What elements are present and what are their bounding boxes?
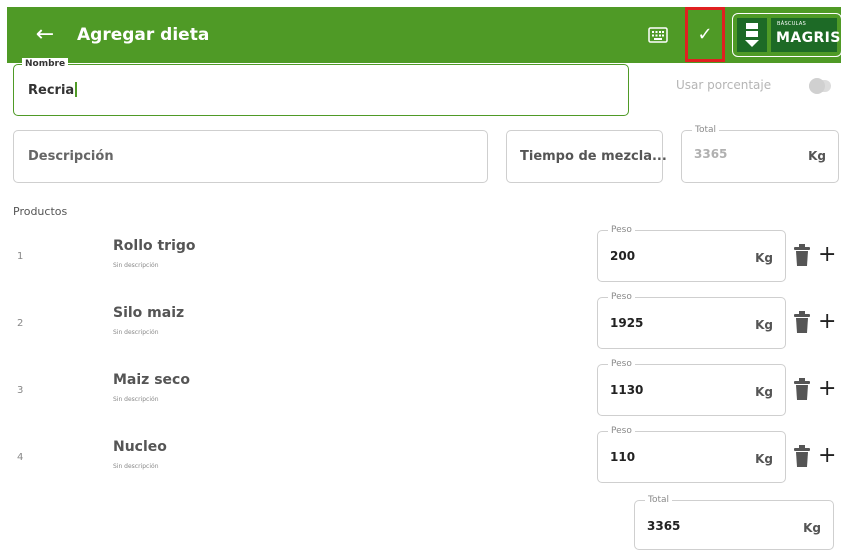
toggle-knob <box>809 78 825 94</box>
peso-value[interactable]: 1925 <box>610 316 643 330</box>
plus-icon[interactable]: + <box>818 378 836 400</box>
peso-value[interactable]: 1130 <box>610 383 643 397</box>
page-title: Agregar dieta <box>77 25 210 45</box>
peso-unit: Kg <box>755 385 773 399</box>
product-number: 1 <box>17 251 24 262</box>
nombre-label: Nombre <box>22 58 69 70</box>
total-value: 3365 <box>694 147 728 161</box>
footer-total-field: Total 3365 Kg <box>634 494 834 550</box>
productos-heading: Productos <box>13 205 68 218</box>
footer-total-label: Total <box>645 494 673 506</box>
product-number: 4 <box>17 452 24 463</box>
peso-label: Peso <box>608 358 635 370</box>
nombre-input[interactable]: Recria <box>28 82 77 98</box>
logo-brand: BÁSCULAS MAGRIS <box>771 18 840 52</box>
plus-icon[interactable]: + <box>818 445 836 467</box>
magris-logo: BÁSCULAS MAGRIS <box>732 13 841 57</box>
product-row: 3 Maiz seco Sin descripción Peso 1130 Kg… <box>0 358 841 422</box>
total-field: Total 3365 Kg <box>681 124 839 183</box>
confirm-button[interactable]: ✓ <box>685 7 725 62</box>
peso-field[interactable]: Peso 1925 Kg <box>597 291 786 349</box>
total-unit: Kg <box>808 149 826 163</box>
descripcion-field[interactable]: Descripción <box>13 130 488 183</box>
peso-unit: Kg <box>755 251 773 265</box>
plus-icon[interactable]: + <box>818 244 836 266</box>
arrow-left-icon[interactable]: ← <box>31 18 59 52</box>
keyboard-icon[interactable] <box>647 24 669 46</box>
trash-icon[interactable] <box>793 311 811 333</box>
plus-icon[interactable]: + <box>818 311 836 333</box>
peso-label: Peso <box>608 224 635 236</box>
product-name: Silo maiz <box>113 305 185 321</box>
peso-value[interactable]: 110 <box>610 450 635 464</box>
trash-icon[interactable] <box>793 244 811 266</box>
logo-mark <box>737 18 767 52</box>
text-cursor <box>75 82 77 97</box>
peso-label: Peso <box>608 291 635 303</box>
usar-porcentaje-toggle[interactable] <box>809 78 831 94</box>
product-number: 2 <box>17 318 24 329</box>
product-row: 4 Nucleo Sin descripción Peso 110 Kg + <box>0 425 841 489</box>
product-name: Nucleo <box>113 439 167 455</box>
tiempo-mezcla-field[interactable]: Tiempo de mezcla... <box>506 130 667 183</box>
product-name: Rollo trigo <box>113 238 196 254</box>
product-description: Sin descripción <box>113 262 159 269</box>
peso-label: Peso <box>608 425 635 437</box>
product-row: 2 Silo maiz Sin descripción Peso 1925 Kg… <box>0 291 841 355</box>
product-description: Sin descripción <box>113 329 159 336</box>
product-name: Maiz seco <box>113 372 190 388</box>
trash-icon[interactable] <box>793 378 811 400</box>
nombre-field[interactable]: Nombre Recria <box>13 58 629 116</box>
product-description: Sin descripción <box>113 463 159 470</box>
check-icon: ✓ <box>697 24 713 45</box>
footer-total-unit: Kg <box>803 521 821 535</box>
peso-unit: Kg <box>755 452 773 466</box>
peso-unit: Kg <box>755 318 773 332</box>
tiempo-mezcla-placeholder: Tiempo de mezcla... <box>520 149 667 164</box>
app-bar: ← Agregar dieta ✓ BÁSCULAS MAGRIS <box>7 7 841 63</box>
total-label: Total <box>692 124 720 136</box>
product-number: 3 <box>17 385 24 396</box>
peso-field[interactable]: Peso 110 Kg <box>597 425 786 483</box>
descripcion-placeholder: Descripción <box>28 149 114 164</box>
product-row: 1 Rollo trigo Sin descripción Peso 200 K… <box>0 224 841 288</box>
peso-field[interactable]: Peso 200 Kg <box>597 224 786 282</box>
trash-icon[interactable] <box>793 445 811 467</box>
product-description: Sin descripción <box>113 396 159 403</box>
peso-value[interactable]: 200 <box>610 249 635 263</box>
usar-porcentaje-label: Usar porcentaje <box>676 78 772 92</box>
peso-field[interactable]: Peso 1130 Kg <box>597 358 786 416</box>
